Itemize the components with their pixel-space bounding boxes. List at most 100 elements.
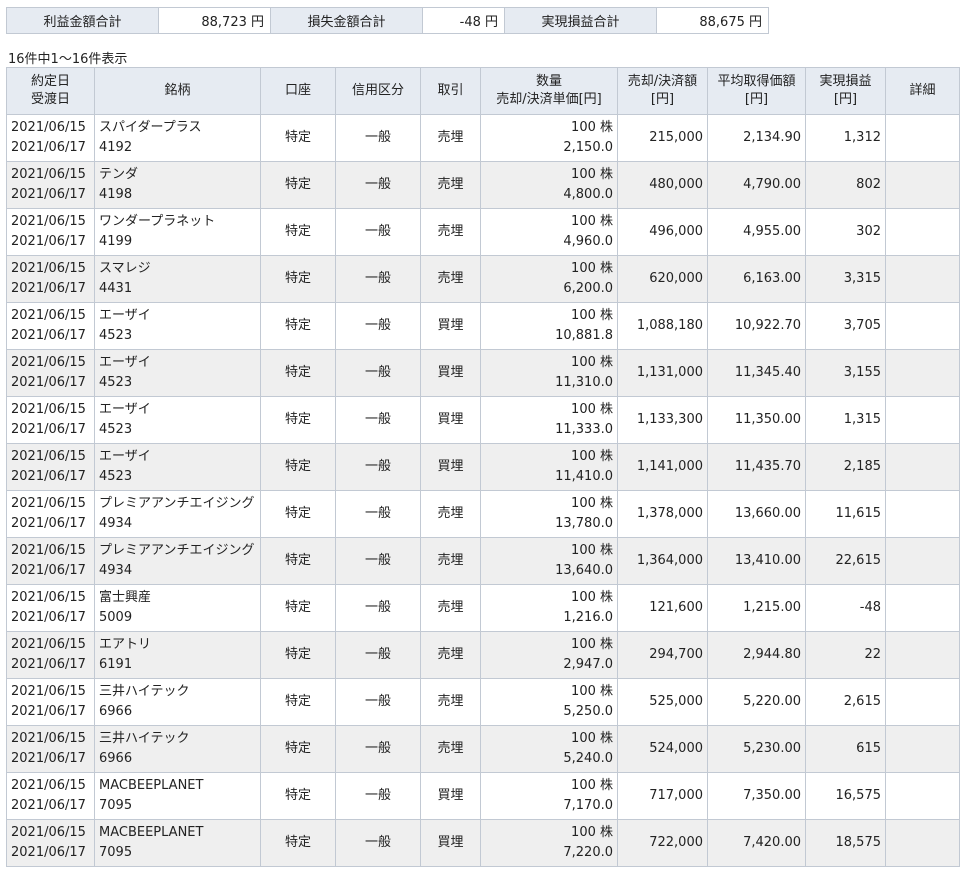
settle-date: 2021/06/17 (11, 516, 86, 531)
table-row: 2021/06/15 2021/06/17 ワンダープラネット 4199 特定 … (6, 208, 960, 256)
stock-cell: エーザイ 4523 (94, 302, 261, 350)
quantity-price-cell: 100 株 6,200.0 (480, 255, 618, 303)
quantity: 100 株 (571, 355, 613, 370)
trade-date: 2021/06/15 (11, 778, 86, 793)
stock-name[interactable]: 富士興産 (99, 588, 256, 608)
quantity-price-cell: 100 株 5,240.0 (480, 725, 618, 773)
detail-cell (885, 725, 960, 773)
detail-cell (885, 161, 960, 209)
trade-date: 2021/06/15 (11, 167, 86, 182)
profit-total-label: 利益金額合計 (6, 7, 159, 34)
stock-name[interactable]: プレミアアンチエイジング (99, 541, 256, 561)
average-cost: 2,134.90 (707, 114, 806, 162)
credit-type: 一般 (335, 725, 421, 773)
header-amount[interactable]: 売却/決済額 [円] (617, 67, 708, 115)
settle-date: 2021/06/17 (11, 140, 86, 155)
header-credit-type[interactable]: 信用区分 (335, 67, 421, 115)
account-type: 特定 (260, 114, 336, 162)
header-average-cost-label: 平均取得価額 (717, 74, 796, 89)
realized-pl: -48 (805, 584, 886, 632)
unit-price: 7,170.0 (563, 798, 613, 813)
credit-type: 一般 (335, 443, 421, 491)
header-stock-name[interactable]: 銘柄 (94, 67, 261, 115)
quantity: 100 株 (571, 214, 613, 229)
average-cost: 7,350.00 (707, 772, 806, 820)
unit-price: 6,200.0 (563, 281, 613, 296)
account-type: 特定 (260, 819, 336, 867)
account-type: 特定 (260, 537, 336, 585)
average-cost: 4,790.00 (707, 161, 806, 209)
table-row: 2021/06/15 2021/06/17 テンダ 4198 特定 一般 売埋 … (6, 161, 960, 209)
quantity-price-cell: 100 株 13,640.0 (480, 537, 618, 585)
header-trade-type[interactable]: 取引 (420, 67, 481, 115)
dates-cell: 2021/06/15 2021/06/17 (6, 208, 95, 256)
dates-cell: 2021/06/15 2021/06/17 (6, 490, 95, 538)
detail-cell (885, 443, 960, 491)
dates-cell: 2021/06/15 2021/06/17 (6, 161, 95, 209)
header-quantity-price[interactable]: 数量 売却/決済単価[円] (480, 67, 618, 115)
stock-name[interactable]: MACBEEPLANET (99, 823, 256, 843)
credit-type: 一般 (335, 584, 421, 632)
stock-name[interactable]: テンダ (99, 165, 256, 185)
amount: 722,000 (617, 819, 708, 867)
table-row: 2021/06/15 2021/06/17 MACBEEPLANET 7095 … (6, 819, 960, 867)
dates-cell: 2021/06/15 2021/06/17 (6, 631, 95, 679)
credit-type: 一般 (335, 490, 421, 538)
stock-code: 4199 (99, 234, 133, 249)
trade-date: 2021/06/15 (11, 543, 86, 558)
amount: 496,000 (617, 208, 708, 256)
trade-type: 買埋 (420, 396, 481, 444)
stock-name[interactable]: MACBEEPLANET (99, 776, 256, 796)
unit-price: 2,150.0 (563, 140, 613, 155)
quantity: 100 株 (571, 308, 613, 323)
trade-date: 2021/06/15 (11, 355, 86, 370)
credit-type: 一般 (335, 537, 421, 585)
stock-name[interactable]: エーザイ (99, 353, 256, 373)
stock-name[interactable]: エアトリ (99, 635, 256, 655)
table-row: 2021/06/15 2021/06/17 三井ハイテック 6966 特定 一般… (6, 678, 960, 726)
quantity-price-cell: 100 株 13,780.0 (480, 490, 618, 538)
header-dates[interactable]: 約定日 受渡日 (6, 67, 95, 115)
stock-name[interactable]: ワンダープラネット (99, 212, 256, 232)
quantity: 100 株 (571, 684, 613, 699)
detail-cell (885, 255, 960, 303)
stock-name[interactable]: 三井ハイテック (99, 729, 256, 749)
stock-name[interactable]: プレミアアンチエイジング (99, 494, 256, 514)
realized-pl: 1,315 (805, 396, 886, 444)
quantity-price-cell: 100 株 11,310.0 (480, 349, 618, 397)
settle-date: 2021/06/17 (11, 328, 86, 343)
header-average-cost[interactable]: 平均取得価額 [円] (707, 67, 806, 115)
quantity-price-cell: 100 株 2,947.0 (480, 631, 618, 679)
stock-cell: ワンダープラネット 4199 (94, 208, 261, 256)
realized-pl: 1,312 (805, 114, 886, 162)
amount: 1,131,000 (617, 349, 708, 397)
stock-cell: MACBEEPLANET 7095 (94, 819, 261, 867)
stock-name[interactable]: スマレジ (99, 259, 256, 279)
stock-cell: プレミアアンチエイジング 4934 (94, 537, 261, 585)
trade-type: 売埋 (420, 161, 481, 209)
stock-code: 4431 (99, 281, 133, 296)
trade-type: 売埋 (420, 725, 481, 773)
stock-name[interactable]: エーザイ (99, 447, 256, 467)
stock-cell: プレミアアンチエイジング 4934 (94, 490, 261, 538)
header-account[interactable]: 口座 (260, 67, 336, 115)
stock-code: 4934 (99, 563, 133, 578)
stock-name[interactable]: エーザイ (99, 306, 256, 326)
header-settle-date: 受渡日 (30, 92, 70, 107)
stock-code: 6191 (99, 657, 133, 672)
stock-name[interactable]: スパイダープラス (99, 118, 256, 138)
average-cost: 6,163.00 (707, 255, 806, 303)
trade-type: 買埋 (420, 819, 481, 867)
stock-name[interactable]: エーザイ (99, 400, 256, 420)
unit-price: 4,960.0 (563, 234, 613, 249)
stock-cell: スパイダープラス 4192 (94, 114, 261, 162)
header-amount-label: 売却/決済額 (627, 74, 698, 89)
account-type: 特定 (260, 396, 336, 444)
stock-name[interactable]: 三井ハイテック (99, 682, 256, 702)
dates-cell: 2021/06/15 2021/06/17 (6, 537, 95, 585)
trade-date: 2021/06/15 (11, 308, 86, 323)
header-realized-pl[interactable]: 実現損益 [円] (805, 67, 886, 115)
account-type: 特定 (260, 208, 336, 256)
realized-pl: 22 (805, 631, 886, 679)
dates-cell: 2021/06/15 2021/06/17 (6, 396, 95, 444)
